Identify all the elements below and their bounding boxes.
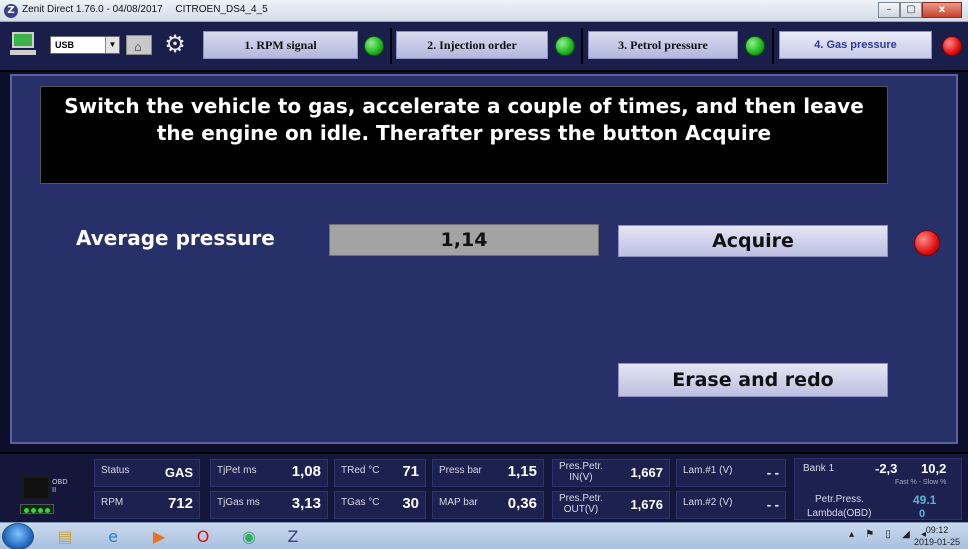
bank-sub-label: Fast % - Slow % bbox=[895, 479, 947, 486]
lam2-value: - - bbox=[766, 497, 779, 512]
zenit-taskbar-icon[interactable]: Z bbox=[280, 526, 306, 547]
step-4-status-led bbox=[942, 36, 962, 56]
bank-fast-value: -2,3 bbox=[875, 461, 898, 476]
lam2-label: Lam.#2 (V) bbox=[683, 497, 733, 508]
acquire-button[interactable]: Acquire bbox=[618, 225, 888, 257]
bank-slow-value: 10,2 bbox=[921, 461, 947, 476]
acquire-status-led bbox=[914, 230, 940, 256]
tjgas-label: TjGas ms bbox=[217, 497, 260, 508]
tgas-value: 30 bbox=[402, 495, 419, 512]
prespetr-in-label-line2: IN(V) bbox=[569, 472, 593, 483]
live-data-bar: OBD II Status GAS RPM 712 TjPet ms 1,08 … bbox=[0, 452, 968, 522]
map-value: 0,36 bbox=[507, 495, 537, 512]
file-explorer-icon[interactable]: ▤ bbox=[52, 526, 78, 547]
lambda-obd-label: Lambda(OBD) bbox=[807, 508, 872, 519]
divider bbox=[772, 28, 774, 64]
petr-press-label: Petr.Press. bbox=[815, 494, 864, 505]
vehicle-name: CITROEN_DS4_4_5 bbox=[175, 4, 268, 15]
status-label: Status bbox=[101, 465, 130, 476]
tjpet-label: TjPet ms bbox=[217, 465, 257, 476]
lam1-label: Lam.#1 (V) bbox=[683, 465, 733, 476]
tjpet-cell: TjPet ms 1,08 bbox=[210, 459, 328, 487]
press-label: Press bar bbox=[439, 465, 482, 476]
prespetr-in-label-line1: Pres.Petr. bbox=[559, 461, 603, 472]
windows-start-icon[interactable] bbox=[2, 523, 34, 549]
prespetr-in-label: Pres.Petr. IN(V) bbox=[559, 461, 603, 483]
prespetr-out-label-line2: OUT(V) bbox=[563, 504, 599, 515]
tjgas-cell: TjGas ms 3,13 bbox=[210, 491, 328, 519]
petr-press-value: 49.1 bbox=[913, 493, 937, 507]
obd-connector-icon: OBD II bbox=[12, 462, 68, 516]
prespetr-out-cell: Pres.Petr. OUT(V) 1,676 bbox=[552, 491, 670, 519]
lambda-obd-value: 0 bbox=[919, 508, 926, 520]
bank-label: Bank 1 bbox=[803, 463, 835, 474]
rpm-cell: RPM 712 bbox=[94, 491, 200, 519]
internet-explorer-icon[interactable]: e bbox=[100, 526, 126, 547]
erase-and-redo-button[interactable]: Erase and redo bbox=[618, 363, 888, 397]
prespetr-out-label-line1: Pres.Petr. bbox=[559, 493, 603, 504]
lam2-cell: Lam.#2 (V) - - bbox=[676, 491, 786, 519]
tred-label: TRed °C bbox=[341, 465, 380, 476]
connection-value: USB bbox=[55, 40, 75, 50]
prespetr-out-value: 1,676 bbox=[630, 497, 663, 512]
windows-taskbar: ▤ e ▶ O ◉ Z ▴ ⚑ ▯ ◢ ◂ 09:12 2019-01-25 bbox=[0, 522, 968, 549]
step-rpm-signal[interactable]: 1. RPM signal bbox=[203, 31, 358, 59]
map-cell: MAP bar 0,36 bbox=[432, 491, 544, 519]
app-title: Zenit Direct 1.76.0 - 04/08/2017 bbox=[22, 4, 163, 15]
step-petrol-pressure[interactable]: 3. Petrol pressure bbox=[588, 31, 738, 59]
rpm-value: 712 bbox=[167, 495, 193, 512]
average-pressure-value: 1,14 bbox=[329, 224, 599, 256]
connection-select[interactable]: USB ▼ bbox=[50, 36, 120, 54]
press-value: 1,15 bbox=[507, 463, 537, 480]
fuel-trim-box: Bank 1 -2,3 10,2 Fast % - Slow % Petr.Pr… bbox=[794, 458, 962, 520]
status-cell: Status GAS bbox=[94, 459, 200, 487]
tgas-label: TGas °C bbox=[341, 497, 380, 508]
taskbar-clock[interactable]: 09:12 2019-01-25 bbox=[914, 524, 960, 548]
step-1-status-led bbox=[364, 36, 384, 56]
step-3-status-led bbox=[745, 36, 765, 56]
gas-pressure-panel: Switch the vehicle to gas, accelerate a … bbox=[10, 74, 958, 444]
prespetr-out-label: Pres.Petr. OUT(V) bbox=[559, 493, 603, 515]
prespetr-in-value: 1,667 bbox=[630, 465, 663, 480]
chrome-icon[interactable]: ◉ bbox=[236, 526, 262, 547]
opera-icon[interactable]: O bbox=[190, 526, 216, 547]
media-player-icon[interactable]: ▶ bbox=[146, 526, 172, 547]
clock-time: 09:12 bbox=[925, 525, 949, 535]
tred-cell: TRed °C 71 bbox=[334, 459, 426, 487]
clock-date: 2019-01-25 bbox=[913, 537, 960, 547]
tgas-cell: TGas °C 30 bbox=[334, 491, 426, 519]
tred-value: 71 bbox=[402, 463, 419, 480]
average-pressure-label: Average pressure bbox=[76, 226, 275, 250]
obd-label: OBD II bbox=[52, 478, 68, 494]
instruction-text: Switch the vehicle to gas, accelerate a … bbox=[40, 86, 888, 184]
map-label: MAP bar bbox=[439, 497, 478, 508]
tjgas-value: 3,13 bbox=[291, 495, 321, 512]
status-value: GAS bbox=[164, 465, 193, 480]
computer-icon[interactable] bbox=[10, 32, 36, 56]
home-folder-icon[interactable]: ⌂ bbox=[126, 33, 152, 55]
press-cell: Press bar 1,15 bbox=[432, 459, 544, 487]
rpm-label: RPM bbox=[101, 497, 124, 508]
wizard-toolbar: USB ▼ ⌂ ⚙ 1. RPM signal 2. Injection ord… bbox=[0, 22, 968, 72]
minimize-button[interactable]: – bbox=[878, 2, 900, 18]
close-button[interactable]: x bbox=[922, 2, 962, 18]
title-bar: Z Zenit Direct 1.76.0 - 04/08/2017 CITRO… bbox=[0, 0, 968, 22]
lam1-cell: Lam.#1 (V) - - bbox=[676, 459, 786, 487]
lam1-value: - - bbox=[766, 465, 779, 480]
divider bbox=[581, 28, 583, 64]
gear-icon[interactable]: ⚙ bbox=[163, 32, 187, 56]
divider bbox=[390, 28, 392, 64]
step-gas-pressure[interactable]: 4. Gas pressure bbox=[779, 31, 932, 59]
prespetr-in-cell: Pres.Petr. IN(V) 1,667 bbox=[552, 459, 670, 487]
window-title: Zenit Direct 1.76.0 - 04/08/2017 CITROEN… bbox=[22, 4, 278, 15]
maximize-button[interactable]: ▢ bbox=[900, 2, 922, 18]
step-2-status-led bbox=[555, 36, 575, 56]
tjpet-value: 1,08 bbox=[291, 463, 321, 480]
zenit-app-icon: Z bbox=[4, 4, 18, 18]
step-injection-order[interactable]: 2. Injection order bbox=[396, 31, 548, 59]
window-controls: – ▢ x bbox=[878, 2, 962, 18]
chevron-down-icon[interactable]: ▼ bbox=[105, 37, 119, 53]
